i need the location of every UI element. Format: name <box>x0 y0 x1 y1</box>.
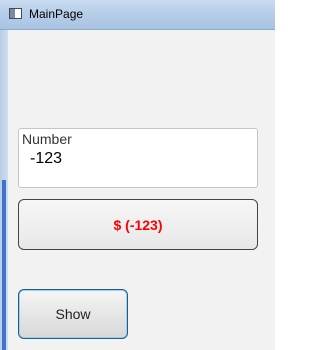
number-field[interactable]: Number -123 <box>18 128 258 188</box>
show-button[interactable]: Show <box>18 289 128 339</box>
result-display: $ (-123) <box>18 199 258 250</box>
page-content: Number -123 $ (-123) Show <box>8 30 275 350</box>
title-bar[interactable]: MainPage <box>0 0 275 30</box>
number-input[interactable]: -123 <box>30 150 62 168</box>
number-field-label: Number <box>22 131 72 147</box>
show-button-label: Show <box>55 306 91 322</box>
main-window: MainPage Number -123 $ (-123) Show <box>0 0 275 350</box>
window-icon <box>9 8 22 19</box>
window-frame-left <box>0 30 8 350</box>
window-title: MainPage <box>29 7 84 21</box>
result-text: $ (-123) <box>113 216 163 233</box>
